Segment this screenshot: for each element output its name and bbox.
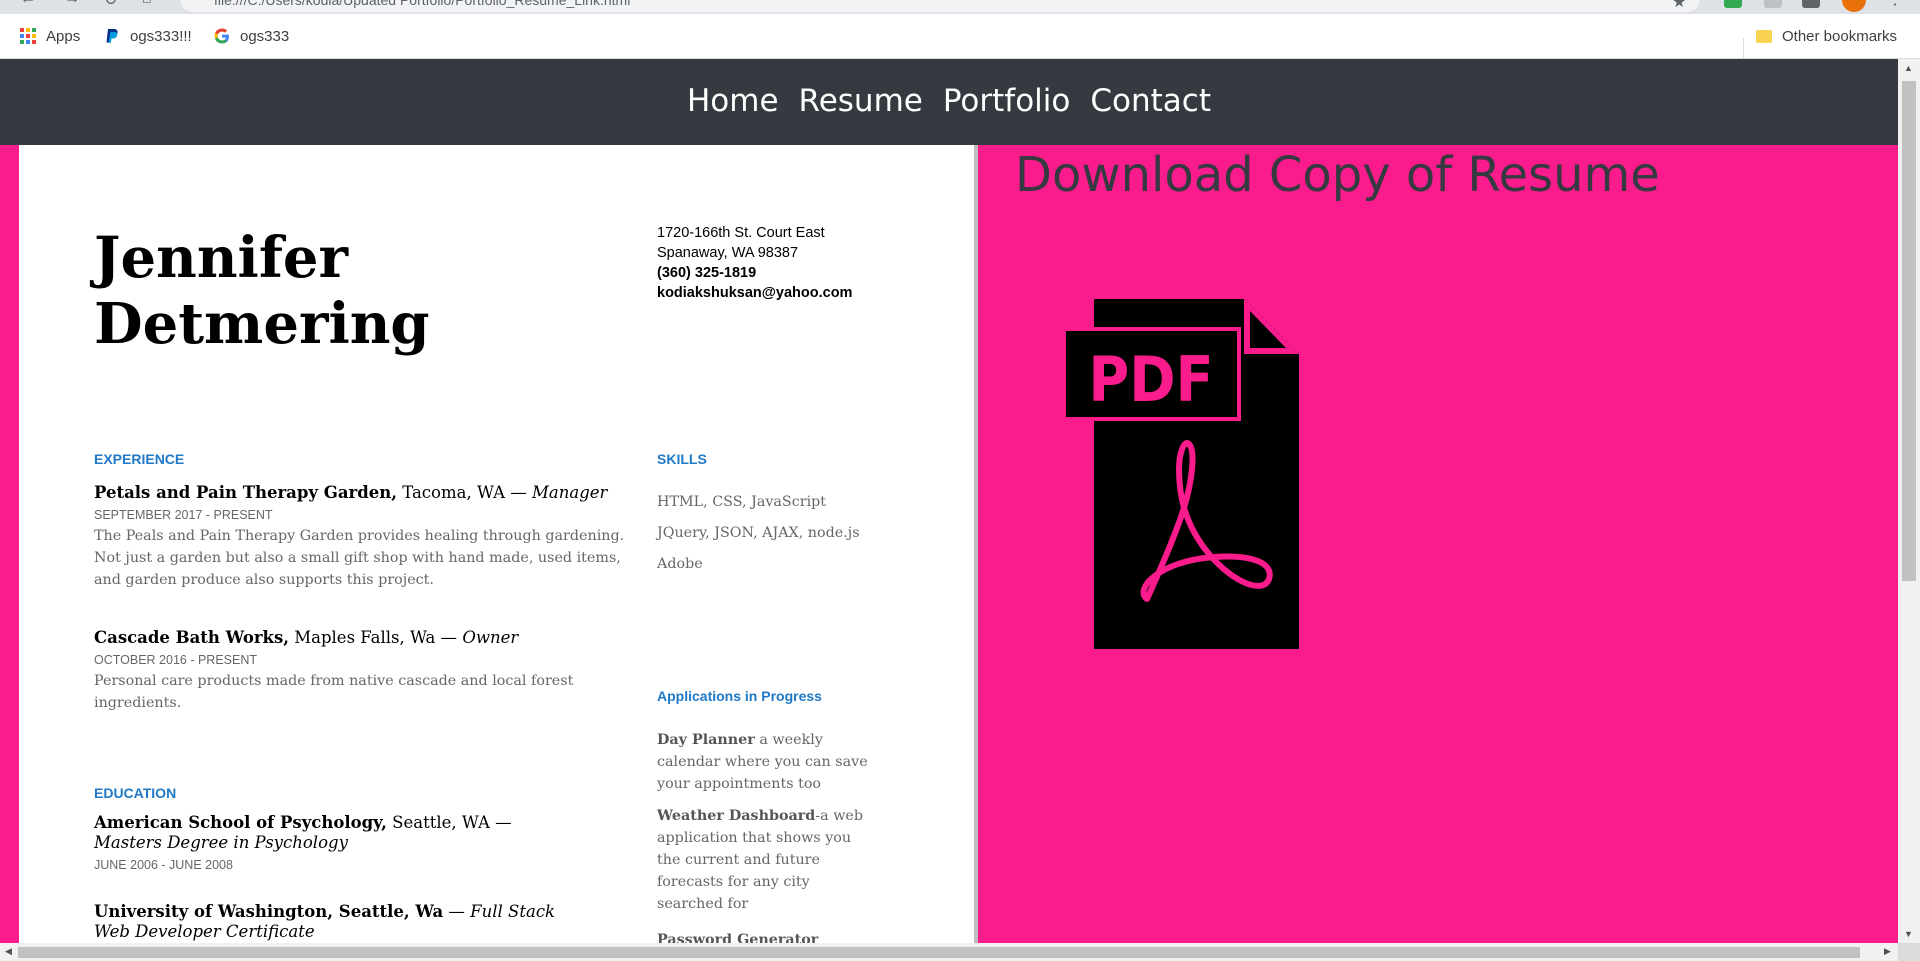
contact-info: 1720-166th St. Court East Spanaway, WA 9… [657,223,852,303]
phone: (360) 325-1819 [657,265,757,281]
browser-menu-icon[interactable]: ⋮ [1886,0,1904,9]
skill-item: JQuery, JSON, AJAX, node.js [657,525,860,541]
scroll-up-icon[interactable]: ▲ [1904,63,1913,73]
vertical-scroll-thumb[interactable] [1902,81,1916,581]
reload-icon[interactable]: ↻ [104,0,117,10]
skill-item: Adobe [657,556,703,572]
address-bar[interactable]: file:///C:/Users/kodia/Updated Portfolio… [180,0,1700,12]
app-name: Password Generator [657,932,819,943]
job-place: Tacoma, WA — [397,483,532,502]
navbar: Home Resume Portfolio Contact [0,59,1898,145]
forward-icon[interactable]: → [64,0,80,8]
bookmark-label: ogs333!!! [130,27,192,45]
school-title: University of Washington, Seattle, Wa — … [94,902,574,942]
scroll-left-icon[interactable]: ◀ [5,946,12,957]
nav-resume-link[interactable]: Resume [799,83,923,119]
apps-grid-icon [20,28,36,44]
school-title: American School of Psychology, Seattle, … [94,813,574,853]
browser-toolbar: ← → ↻ ⌂ file:///C:/Users/kodia/Updated P… [0,0,1920,14]
apps-heading: Applications in Progress [657,688,822,704]
resume-document[interactable]: Jennifer Detmering 1720-166th St. Court … [19,145,974,943]
profile-avatar[interactable] [1842,0,1866,12]
scrollbar-corner [1898,943,1920,961]
school-org: University of Washington, Seattle, Wa [94,902,444,921]
scroll-right-icon[interactable]: ▶ [1884,946,1891,957]
other-bookmarks-label: Other bookmarks [1782,27,1898,45]
resume-name: Jennifer Detmering [94,225,430,357]
resume-divider [974,145,978,943]
pdf-label: PDF [1088,343,1213,416]
extensions-puzzle-icon[interactable] [1802,0,1820,8]
vertical-scrollbar[interactable]: ▲ ▼ [1898,59,1920,943]
horizontal-scroll-thumb[interactable] [18,947,1860,958]
pdf-download-icon[interactable]: PDF [1064,299,1324,649]
nav-contact-link[interactable]: Contact [1090,83,1211,119]
address-bar-text: file:///C:/Users/kodia/Updated Portfolio… [214,0,631,8]
job-title: Cascade Bath Works, Maples Falls, Wa — O… [94,628,629,648]
school-date: JUNE 2006 - JUNE 2008 [94,858,233,872]
skills-heading: SKILLS [657,451,707,467]
school-degree: Masters Degree in Psychology [94,833,348,852]
job-date: SEPTEMBER 2017 - PRESENT [94,508,273,522]
job-description: The Peals and Pain Therapy Garden provid… [94,528,625,588]
nav-home-link[interactable]: Home [687,83,779,119]
email: kodiakshuksan@yahoo.com [657,285,853,301]
job-description: Personal care products made from native … [94,673,574,711]
app-item: Password Generator [657,929,872,943]
school-place: Seattle, WA — [386,813,512,832]
job-place: Maples Falls, Wa — [288,628,463,647]
bookmark-label: ogs333 [240,27,290,45]
home-icon[interactable]: ⌂ [142,0,152,8]
folder-icon [1756,29,1772,43]
extension-icon[interactable] [1764,0,1782,8]
experience-item: Petals and Pain Therapy Garden, Tacoma, … [94,483,629,591]
education-item: American School of Psychology, Seattle, … [94,813,574,872]
job-role: Owner [462,628,519,647]
bookmarks-bar: Apps ogs333!!! ogs333 Other bookmarks [0,14,1920,60]
google-icon [214,28,229,44]
education-heading: EDUCATION [94,785,177,801]
app-item: Day Planner a weekly calendar where you … [657,729,872,795]
skill-item: HTML, CSS, JavaScript [657,494,827,510]
job-org: Cascade Bath Works, [94,628,289,647]
bookmark-star-icon[interactable]: ★ [1672,0,1686,12]
paypal-icon [106,29,118,43]
experience-item: Cascade Bath Works, Maples Falls, Wa — O… [94,628,629,714]
address-line-2: Spanaway, WA 98387 [657,245,799,261]
bookmarks-separator [1743,38,1744,60]
bookmark-label: Apps [46,27,81,45]
job-role: Manager [532,483,608,502]
scroll-down-icon[interactable]: ▼ [1904,929,1913,939]
address-line-1: 1720-166th St. Court East [657,225,825,241]
app-item: Weather Dashboard-a web application that… [657,805,872,915]
app-name: Weather Dashboard [657,808,816,824]
job-date: OCTOBER 2016 - PRESENT [94,653,258,667]
download-heading: Download Copy of Resume [1015,147,1660,203]
nav-portfolio-link[interactable]: Portfolio [943,83,1071,119]
school-org: American School of Psychology, [94,813,387,832]
horizontal-scrollbar[interactable]: ◀ ▶ [0,943,1898,961]
extension-icon[interactable] [1724,0,1742,8]
back-icon[interactable]: ← [20,0,36,8]
bookmark-apps[interactable]: Apps [20,26,80,46]
bookmark-ogs333-paypal[interactable]: ogs333!!! [104,26,192,46]
name-last: Detmering [94,291,430,357]
page: Home Resume Portfolio Contact Jennifer D… [0,59,1898,943]
experience-heading: EXPERIENCE [94,451,185,467]
other-bookmarks[interactable]: Other bookmarks [1756,26,1897,46]
bookmark-ogs333-google[interactable]: ogs333 [214,26,289,46]
education-item: University of Washington, Seattle, Wa — … [94,902,574,942]
job-org: Petals and Pain Therapy Garden, [94,483,397,502]
app-name: Day Planner [657,732,755,748]
job-title: Petals and Pain Therapy Garden, Tacoma, … [94,483,629,503]
school-place: — [443,902,471,921]
name-first: Jennifer [94,225,349,291]
